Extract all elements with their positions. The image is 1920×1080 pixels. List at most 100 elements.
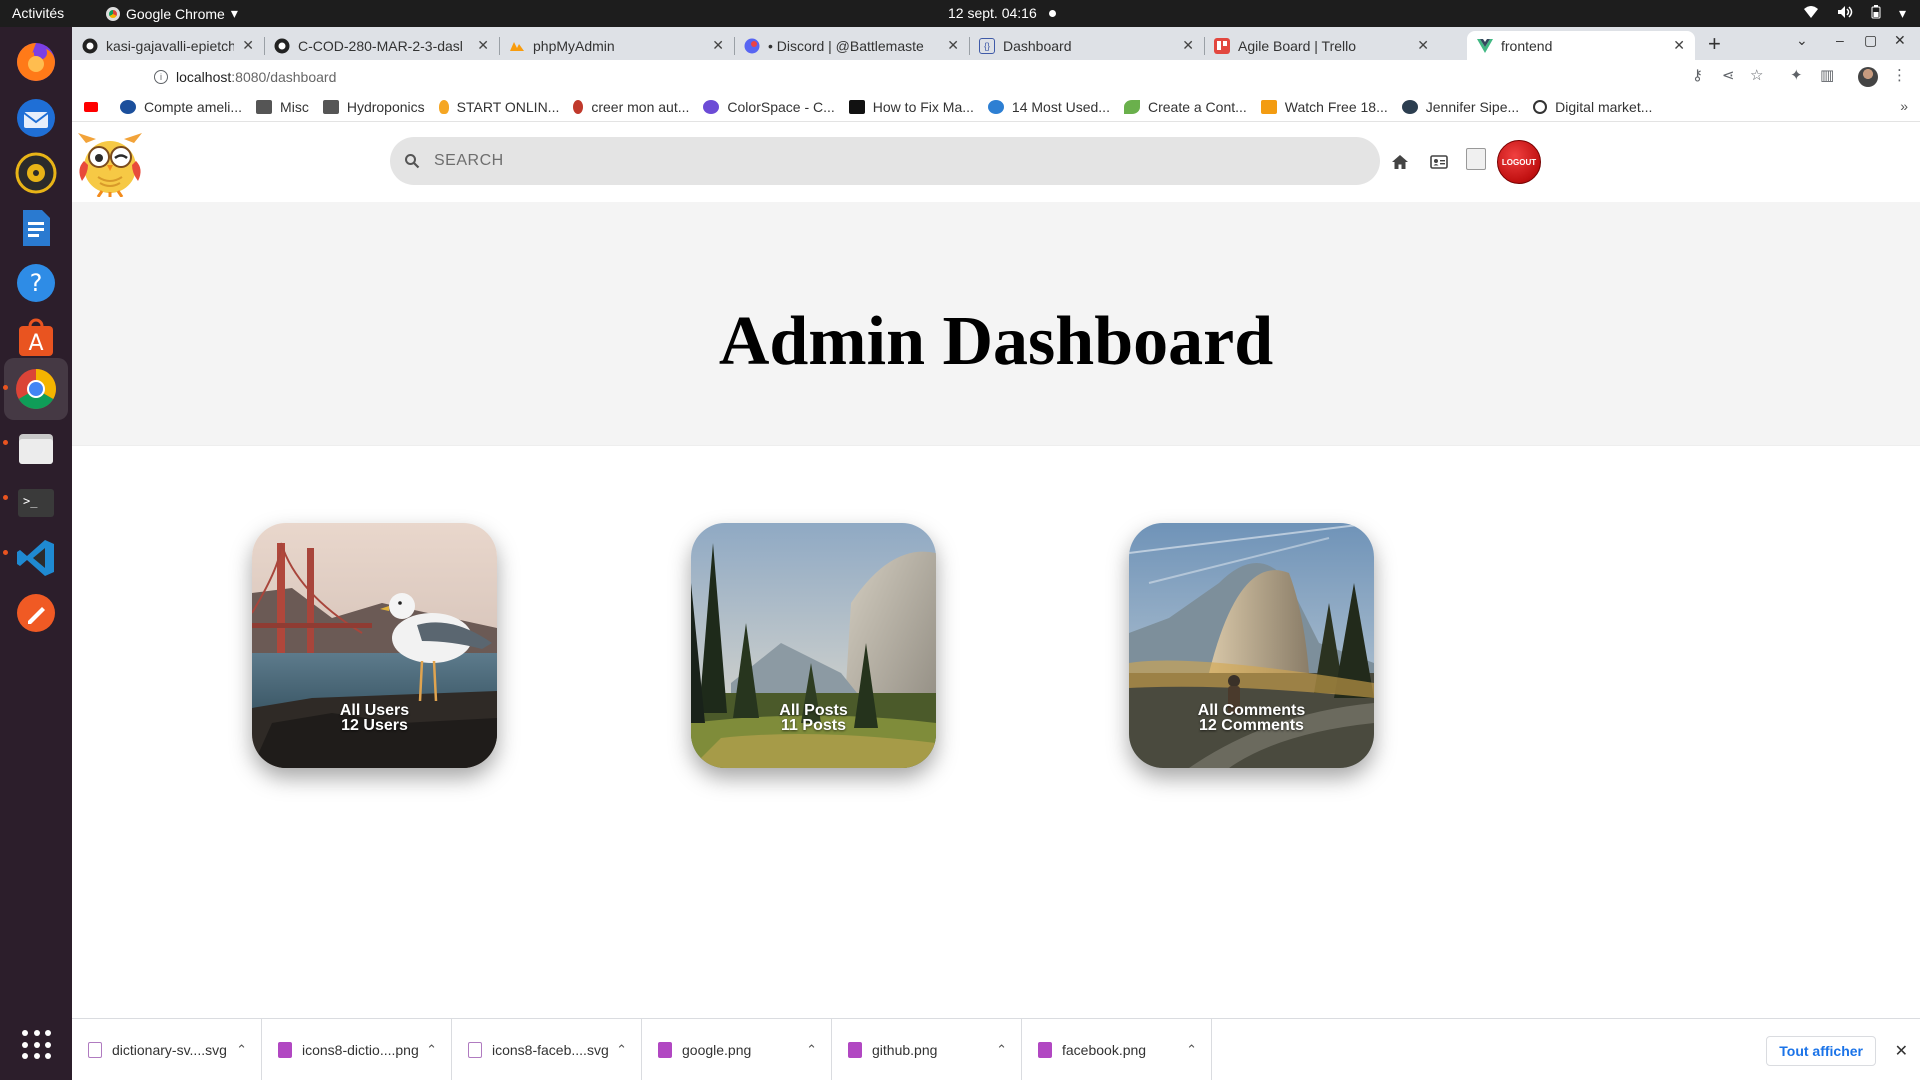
home-icon[interactable]	[1390, 152, 1410, 172]
tab-search-icon[interactable]: ⌄	[1796, 32, 1808, 49]
key-icon[interactable]: ⚷	[1692, 66, 1703, 84]
trello-icon	[1214, 37, 1230, 54]
profile-card-icon[interactable]	[1429, 152, 1449, 172]
chevron-up-icon[interactable]: ⌃	[806, 1042, 817, 1058]
chevron-up-icon[interactable]: ⌃	[426, 1042, 437, 1058]
chevron-up-icon[interactable]: ⌃	[996, 1042, 1007, 1058]
close-icon[interactable]: ✕	[242, 37, 254, 54]
show-all-downloads-button[interactable]: Tout afficher	[1766, 1036, 1876, 1066]
download-item[interactable]: icons8-dictio....png ⌃	[262, 1019, 452, 1080]
close-icon[interactable]: ✕	[712, 37, 724, 54]
tab-trello[interactable]: Agile Board | Trello ✕	[1204, 31, 1439, 60]
extensions-icon[interactable]: ✦	[1790, 66, 1803, 84]
volume-icon	[1837, 5, 1853, 22]
bookmark-folder[interactable]: Hydroponics	[322, 99, 425, 115]
share-icon[interactable]: ⋖	[1722, 66, 1735, 84]
close-icon[interactable]: ✕	[1417, 37, 1429, 54]
chrome-dock-icon[interactable]	[4, 358, 68, 420]
address-bar[interactable]: i localhost:8080/dashboard	[72, 63, 1672, 90]
bookmark-item[interactable]: Jennifer Sipe...	[1401, 99, 1519, 115]
bookmark-item[interactable]: Create a Cont...	[1123, 99, 1247, 115]
download-item[interactable]: github.png ⌃	[832, 1019, 1022, 1080]
help-icon[interactable]: ?	[11, 258, 61, 308]
bookmark-item[interactable]: Compte ameli...	[120, 99, 242, 115]
close-icon[interactable]: ✕	[1673, 37, 1685, 54]
logout-button[interactable]: LOGOUT	[1497, 140, 1541, 184]
vscode-icon[interactable]	[11, 533, 61, 583]
chevron-down-icon: ▾	[230, 5, 238, 21]
software-center-icon[interactable]: A	[11, 313, 61, 363]
github-icon	[82, 38, 98, 54]
bookmark-label: Create a Cont...	[1147, 99, 1247, 115]
bookmark-item[interactable]: ColorSpace - C...	[703, 99, 835, 115]
bookmark-item[interactable]: creer mon aut...	[573, 99, 689, 115]
window-close-icon[interactable]: ✕	[1894, 32, 1906, 49]
bookmark-label: creer mon aut...	[591, 99, 690, 115]
chevron-up-icon[interactable]: ⌃	[616, 1042, 627, 1058]
profile-avatar[interactable]	[1858, 67, 1878, 87]
bookmarks-overflow-icon[interactable]: »	[1900, 98, 1908, 114]
tab-title: • Discord | @Battlemaste	[768, 37, 924, 54]
kebab-menu-icon[interactable]: ⋮	[1892, 66, 1907, 84]
search-input[interactable]	[434, 152, 1334, 170]
close-icon[interactable]: ✕	[477, 37, 489, 54]
activities-button[interactable]: Activités	[12, 5, 64, 21]
thunderbird-icon[interactable]	[11, 93, 61, 143]
tab-github-dashboard[interactable]: C-COD-280-MAR-2-3-dasl ✕	[264, 31, 499, 60]
chevron-up-icon[interactable]: ⌃	[1186, 1042, 1197, 1058]
tab-title: kasi-gajavalli-epietch/Yo	[106, 37, 235, 54]
bookmark-youtube[interactable]	[84, 102, 106, 112]
running-indicator-icon	[3, 495, 8, 500]
clock[interactable]: 12 sept. 04:16	[948, 5, 1056, 21]
bookmark-star-icon[interactable]: ☆	[1750, 66, 1763, 84]
tab-frontend[interactable]: frontend ✕	[1467, 31, 1695, 60]
download-filename: google.png	[682, 1042, 752, 1058]
side-panel-icon[interactable]: ▥	[1820, 66, 1834, 84]
site-info-icon[interactable]: i	[154, 69, 168, 84]
show-applications-icon[interactable]	[22, 1030, 52, 1060]
comments-card[interactable]: All Comments 12 Comments	[1129, 523, 1374, 768]
download-item[interactable]: icons8-faceb....svg ⌃	[452, 1019, 642, 1080]
download-item[interactable]: google.png ⌃	[642, 1019, 832, 1080]
download-filename: dictionary-sv....svg	[112, 1042, 227, 1058]
firefox-icon[interactable]	[11, 37, 61, 87]
download-item[interactable]: dictionary-sv....svg ⌃	[72, 1019, 262, 1080]
bookmark-item[interactable]: Digital market...	[1533, 99, 1652, 115]
card-count: 11 Posts	[781, 717, 846, 734]
tab-discord[interactable]: • Discord | @Battlemaste ✕	[734, 31, 969, 60]
close-icon[interactable]: ✕	[1895, 1041, 1908, 1061]
bookmark-item[interactable]: How to Fix Ma...	[848, 99, 974, 115]
new-tab-button[interactable]: +	[1708, 31, 1721, 57]
tab-dashboard[interactable]: {} Dashboard ✕	[969, 31, 1204, 60]
bookmark-item[interactable]: Watch Free 18...	[1260, 99, 1388, 115]
bookmark-item[interactable]: START ONLIN...	[438, 99, 559, 115]
system-tray[interactable]: ▾	[1803, 5, 1906, 22]
close-icon[interactable]: ✕	[1182, 37, 1194, 54]
app-menu[interactable]: Google Chrome ▾	[106, 5, 238, 22]
bookmark-folder[interactable]: Misc	[256, 99, 309, 115]
page-title: Admin Dashboard	[718, 303, 1274, 380]
minimize-icon[interactable]: –	[1836, 32, 1844, 48]
close-icon[interactable]: ✕	[947, 37, 959, 54]
users-card[interactable]: All Users 12 Users	[252, 523, 497, 768]
url-path: :8080/dashboard	[231, 68, 337, 85]
power-menu-icon: ▾	[1898, 5, 1906, 21]
bookmark-label: ColorSpace - C...	[727, 99, 835, 115]
owl-logo-icon[interactable]	[74, 129, 146, 197]
rhythmbox-icon[interactable]	[11, 148, 61, 198]
maximize-icon[interactable]: ▢	[1864, 32, 1877, 49]
bookmark-item[interactable]: 14 Most Used...	[987, 99, 1110, 115]
terminal-icon[interactable]: >_	[11, 478, 61, 528]
posts-card[interactable]: All Posts 11 Posts	[691, 523, 936, 768]
drawing-app-icon[interactable]	[11, 588, 61, 638]
tab-github-repo[interactable]: kasi-gajavalli-epietch/Yo ✕	[72, 31, 264, 60]
tab-phpmyadmin[interactable]: phpMyAdmin ✕	[499, 31, 734, 60]
card-title: All Posts	[779, 702, 848, 719]
libreoffice-writer-icon[interactable]	[11, 203, 61, 253]
chevron-up-icon[interactable]: ⌃	[236, 1042, 247, 1058]
bookmark-label: 14 Most Used...	[1011, 99, 1110, 115]
download-item[interactable]: facebook.png ⌃	[1022, 1019, 1212, 1080]
files-icon[interactable]	[11, 423, 61, 473]
users-card-label: All Users 12 Users	[252, 703, 497, 734]
avatar-broken-image[interactable]	[1466, 148, 1486, 170]
